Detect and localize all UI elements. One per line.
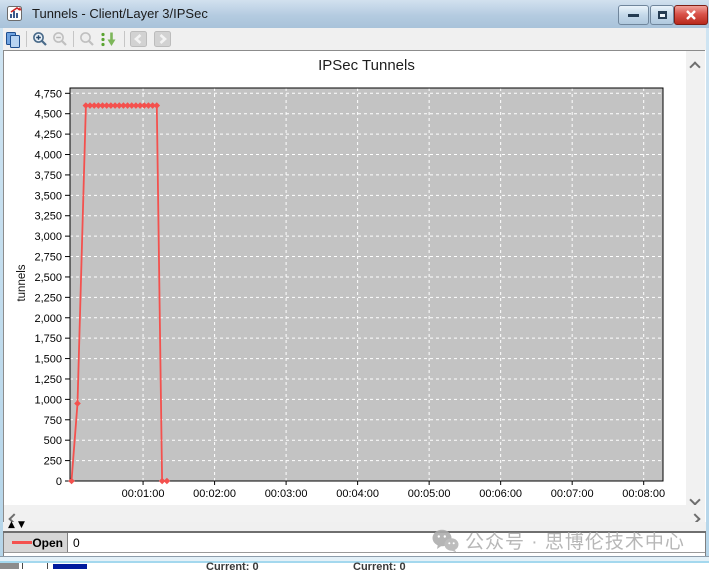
window-left-border [0,28,3,556]
y-tick-label: 0 [56,476,62,488]
series-current-value: 0 [73,536,80,550]
x-tick-label: 00:01:00 [122,488,165,500]
titlebar[interactable]: Tunnels - Client/Layer 3/IPSec [0,0,709,29]
x-tick-label: 00:04:00 [336,488,379,500]
toolbar-separator [26,31,27,47]
x-tick-label: 00:06:00 [479,488,522,500]
minimize-button[interactable] [618,5,649,25]
y-tick-label: 3,250 [34,211,62,223]
x-tick-label: 00:07:00 [551,488,594,500]
minimize-icon [628,14,639,17]
y-tick-label: 4,750 [34,88,62,100]
x-tick-label: 00:03:00 [265,488,308,500]
close-button[interactable] [674,5,708,25]
y-tick-label: 500 [44,435,62,447]
app-icon[interactable] [7,5,24,22]
series-name: Open [32,536,67,550]
window-title: Tunnels - Client/Layer 3/IPSec [32,6,208,21]
y-tick-label: 1,750 [34,333,62,345]
y-tick-label: 2,500 [34,272,62,284]
background-selected-cell [53,564,87,569]
y-tick-label: 3,000 [34,231,62,243]
y-tick-label: 1,500 [34,354,62,366]
y-tick-label: 750 [44,415,62,427]
toolbar-separator [124,31,125,47]
y-tick-label: 1,250 [34,374,62,386]
maximize-button[interactable] [650,5,674,25]
vertical-scrollbar[interactable] [686,51,705,505]
scroll-up-icon[interactable] [691,58,699,76]
x-tick-label: 00:02:00 [193,488,236,500]
y-tick-label: 4,000 [34,150,62,162]
close-icon [686,10,696,20]
zoom-region-icon [77,29,97,49]
series-color-swatch [12,541,32,544]
x-tick-label: 00:08:00 [622,488,665,500]
legend-splitter[interactable]: ▲ ▼ [3,522,706,533]
y-tick-label: 4,250 [34,129,62,141]
copy-chart-icon[interactable] [3,29,23,49]
maximize-icon [658,11,667,19]
y-tick-label: 3,500 [34,190,62,202]
ipsec-tunnels-plot: 0 250 500 750 1,000 1,250 1,500 1,750 2,000 2,250… [0,50,686,505]
strip-chart-icon[interactable] [97,29,121,49]
legend-value-cell: 0 [68,533,705,552]
background-current-label: Current: 0 [353,561,406,573]
background-gray-block [0,563,19,569]
background-current-label: Current: 0 [206,561,259,573]
background-window-sliver: Current: 0 Current: 0 [0,563,709,569]
y-tick-label: 1,000 [34,394,62,406]
x-tick-label: 00:05:00 [408,488,451,500]
y-tick-label: 3,750 [34,170,62,182]
toolbar-separator [73,31,74,47]
y-tick-label: 250 [44,456,62,468]
splitter-down-icon[interactable]: ▼ [18,519,25,531]
legend-row[interactable]: Open 0 [4,533,705,553]
background-divider [47,563,48,569]
background-divider [22,563,23,569]
y-tick-label: 2,250 [34,292,62,304]
legend-name-cell: Open [4,533,68,552]
y-tick-label: 4,500 [34,109,62,121]
horizontal-scrollbar[interactable] [4,505,705,522]
splitter-up-icon[interactable]: ▲ [8,519,15,531]
toolbar [3,28,706,50]
page-back-icon [128,29,148,49]
y-tick-label: 2,000 [34,313,62,325]
zoom-out-icon [50,29,70,49]
y-tick-label: 2,750 [34,252,62,264]
zoom-in-icon[interactable] [30,29,50,49]
page-forward-icon [152,29,172,49]
